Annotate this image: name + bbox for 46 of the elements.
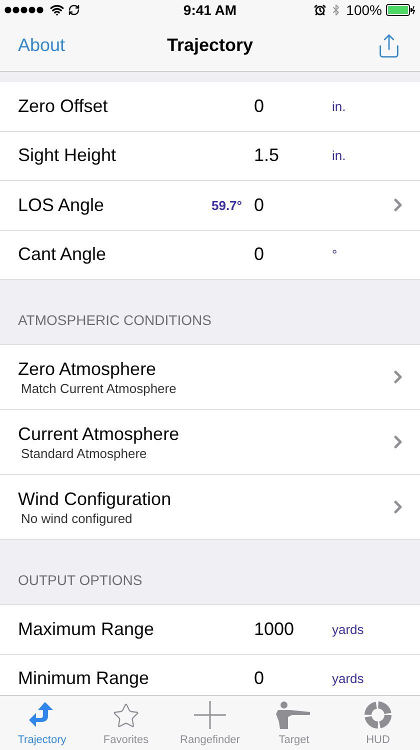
unit-label: yards xyxy=(332,620,364,639)
list-row[interactable]: Sight Height 1.5 in. xyxy=(0,132,420,181)
section-header: ATMOSPHERIC CONDITIONS xyxy=(18,311,212,330)
sync-icon xyxy=(68,4,80,16)
row-label: Wind Configuration xyxy=(18,488,172,511)
star-icon xyxy=(112,702,140,730)
list-row[interactable]: Zero Offset 0 in. xyxy=(0,82,420,132)
window-title: Trajectory xyxy=(166,34,254,57)
row-subtitle: Match Current Atmosphere xyxy=(20,381,178,397)
row-label: Maximum Range xyxy=(18,618,156,641)
angle-reading: 59.7° xyxy=(211,196,242,214)
battery-percent: 100% xyxy=(346,0,382,20)
battery-icon xyxy=(386,4,416,16)
row-label: Sight Height xyxy=(18,144,118,168)
row-label: LOS Angle xyxy=(18,194,106,217)
row-label: Zero Offset xyxy=(18,94,109,118)
list-row[interactable]: Minimum Range 0 yards xyxy=(0,654,420,695)
list-row[interactable]: Maximum Range 1000 yards xyxy=(0,605,420,654)
row-subtitle: Standard Atmosphere xyxy=(20,446,148,462)
unit-label: ° xyxy=(332,246,338,264)
row-label: Minimum Range xyxy=(18,667,150,690)
list-row[interactable]: Zero Atmosphere Match Current Atmosphere xyxy=(0,345,420,410)
unit-label: yards xyxy=(332,670,364,688)
wifi-icon xyxy=(50,3,64,17)
list-row[interactable]: Cant Angle 0 ° xyxy=(0,230,420,280)
status-time: 9:41 AM xyxy=(183,0,237,20)
value-field[interactable]: 0 xyxy=(254,665,332,692)
unit-label: in. xyxy=(332,147,346,165)
signal-icon xyxy=(4,6,46,14)
value-field[interactable]: 0 xyxy=(254,241,332,268)
value-field[interactable]: 1.5 xyxy=(254,142,332,170)
value-field[interactable]: 1000 xyxy=(254,616,332,643)
row-label: Cant Angle xyxy=(18,243,108,266)
crosshair-icon xyxy=(193,700,227,730)
row-label: Zero Atmosphere xyxy=(18,358,158,381)
list-row[interactable]: LOS Angle 59.7° 0 xyxy=(0,181,420,230)
row-subtitle: No wind configured xyxy=(20,511,134,527)
alarm-icon xyxy=(314,4,326,16)
row-label: Current Atmosphere xyxy=(18,423,180,446)
value-field[interactable]: 0 xyxy=(254,192,332,219)
ring-icon xyxy=(363,700,393,730)
section-header: OUTPUT OPTIONS xyxy=(18,571,142,590)
value-field[interactable]: 0 xyxy=(254,92,332,120)
list-row[interactable]: Wind Configuration No wind configured xyxy=(0,475,420,540)
list-row[interactable]: Current Atmosphere Standard Atmosphere xyxy=(0,410,420,475)
unit-label: in. xyxy=(332,98,346,116)
